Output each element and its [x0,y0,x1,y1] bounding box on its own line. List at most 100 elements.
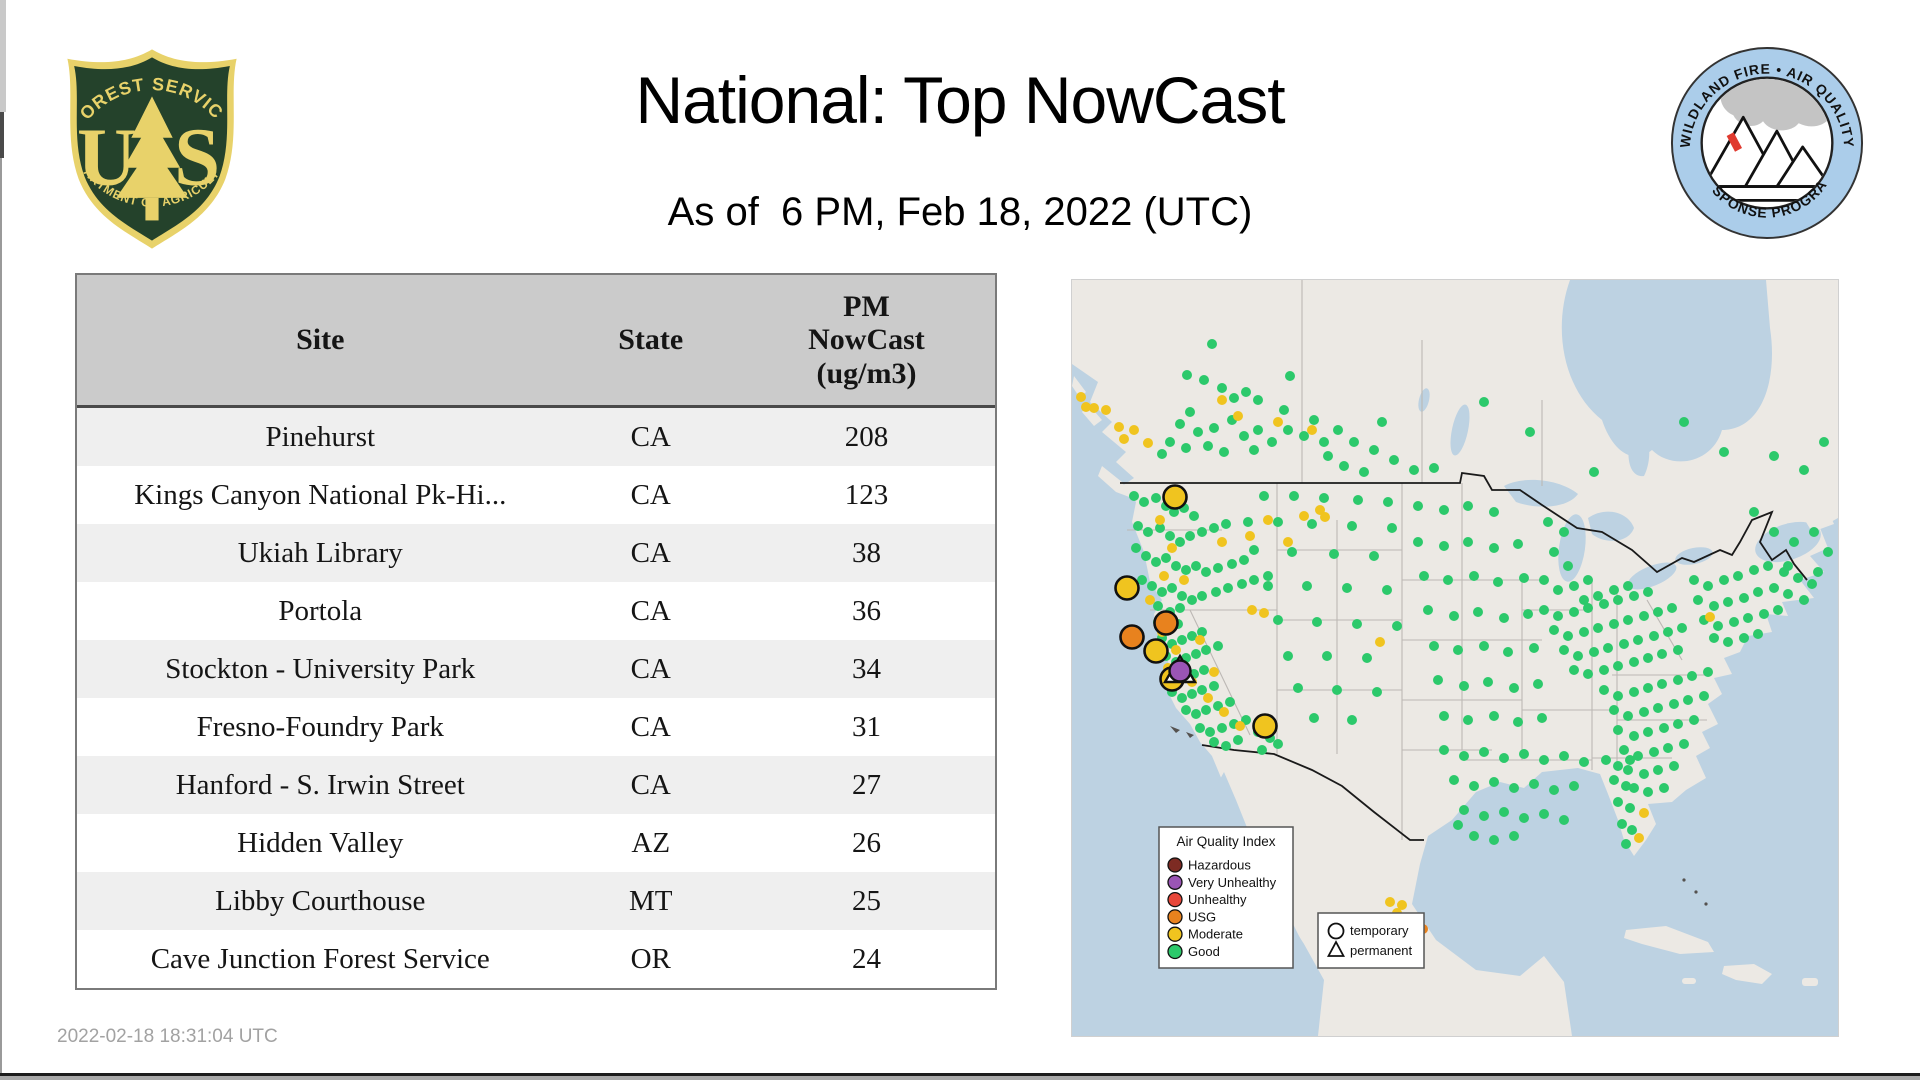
good-monitor-dot [1489,711,1499,721]
good-monitor-dot [1749,565,1759,575]
good-monitor-dot [1613,595,1623,605]
good-monitor-dot [1227,559,1237,569]
good-monitor-dot [1679,417,1689,427]
moderate-monitor-dot [1307,425,1317,435]
good-monitor-dot [1549,625,1559,635]
window-edge-artifact [0,158,2,1075]
state-cell: CA [630,478,671,511]
good-monitor-dot [1489,835,1499,845]
good-monitor-dot [1563,631,1573,641]
good-monitor-dot [1185,531,1195,541]
good-monitor-dot [1673,719,1683,729]
good-monitor-dot [1657,679,1667,689]
good-monitor-dot [1519,813,1529,823]
good-monitor-dot [1177,693,1187,703]
good-monitor-dot [1185,407,1195,417]
good-monitor-dot [1453,645,1463,655]
moderate-monitor-dot [1159,571,1169,581]
good-monitor-dot [1573,651,1583,661]
moderate-monitor-dot [1375,637,1385,647]
moderate-monitor-dot [1217,537,1227,547]
moderate-monitor-dot [1263,515,1273,525]
good-monitor-dot [1723,637,1733,647]
good-monitor-dot [1503,647,1513,657]
good-monitor-dot [1347,715,1357,725]
good-monitor-dot [1257,745,1267,755]
good-monitor-dot [1175,603,1185,613]
good-monitor-dot [1799,465,1809,475]
good-monitor-dot [1563,561,1573,571]
good-monitor-dot [1209,737,1219,747]
national-aqi-map: Air Quality Index Hazardous Very Unhealth… [1071,279,1839,1037]
good-monitor-dot [1619,745,1629,755]
state-cell: CA [630,536,671,569]
table-row: Ukiah Library CA 38 [77,524,995,582]
good-monitor-dot [1312,617,1322,627]
good-monitor-dot [1687,671,1697,681]
good-monitor-dot [1161,553,1171,563]
good-monitor-dot [1589,467,1599,477]
good-monitor-dot [1773,605,1783,615]
top-site-marker [1162,484,1188,510]
table-row: Libby Courthouse MT 25 [77,872,995,930]
good-monitor-dot [1609,585,1619,595]
good-monitor-dot [1659,783,1669,793]
good-monitor-dot [1559,751,1569,761]
good-monitor-dot [1191,561,1201,571]
good-monitor-dot [1529,643,1539,653]
moderate-monitor-dot [1247,605,1257,615]
good-monitor-dot [1739,633,1749,643]
good-monitor-dot [1207,339,1217,349]
good-monitor-dot [1719,575,1729,585]
good-monitor-dot [1352,619,1362,629]
site-cell: Stockton - University Park [165,652,476,685]
good-monitor-dot [1283,425,1293,435]
good-monitor-dot [1131,543,1141,553]
good-monitor-dot [1639,707,1649,717]
good-monitor-dot [1549,547,1559,557]
good-monitor-dot [1657,649,1667,659]
good-monitor-dot [1383,497,1393,507]
good-monitor-dot [1263,581,1273,591]
state-cell: AZ [631,826,671,859]
site-cell: Kings Canyon National Pk-Hi... [134,478,507,511]
good-monitor-dot [1599,685,1609,695]
good-monitor-dot [1469,571,1479,581]
good-monitor-dot [1539,809,1549,819]
good-monitor-dot [1453,820,1463,830]
table-row: Hidden Valley AZ 26 [77,814,995,872]
good-monitor-dot [1807,579,1817,589]
table-header-row: Site State PM NowCast (ug/m3) [77,275,995,408]
good-monitor-dot [1643,787,1653,797]
generated-timestamp: 2022-02-18 18:31:04 UTC [57,1026,278,1047]
moderate-monitor-dot [1235,721,1245,731]
good-monitor-dot [1533,679,1543,689]
moderate-monitor-dot [1179,575,1189,585]
good-monitor-dot [1669,699,1679,709]
table-row: Cave Junction Forest Service OR 24 [77,930,995,988]
good-monitor-dot [1307,519,1317,529]
good-monitor-dot [1623,711,1633,721]
good-monitor-dot [1221,519,1231,529]
good-monitor-dot [1419,571,1429,581]
good-monitor-dot [1239,431,1249,441]
top-site-marker [1114,575,1140,601]
window-bottom-border [0,1076,1920,1080]
good-monitor-dot [1603,643,1613,653]
top-site-marker [1153,610,1179,636]
good-monitor-dot [1709,601,1719,611]
good-monitor-dot [1679,739,1689,749]
unhealthy-legend-swatch [1167,891,1183,908]
good-monitor-dot [1623,581,1633,591]
good-monitor-dot [1133,521,1143,531]
good-monitor-dot [1653,765,1663,775]
good-monitor-dot [1263,571,1273,581]
good-monitor-dot [1319,437,1329,447]
moderate-monitor-dot [1245,531,1255,541]
good-monitor-dot [1175,537,1185,547]
good-monitor-dot [1753,629,1763,639]
good-monitor-dot [1719,447,1729,457]
good-monitor-dot [1539,575,1549,585]
pm-nowcast-cell: 123 [844,478,889,511]
good-monitor-dot [1623,765,1633,775]
